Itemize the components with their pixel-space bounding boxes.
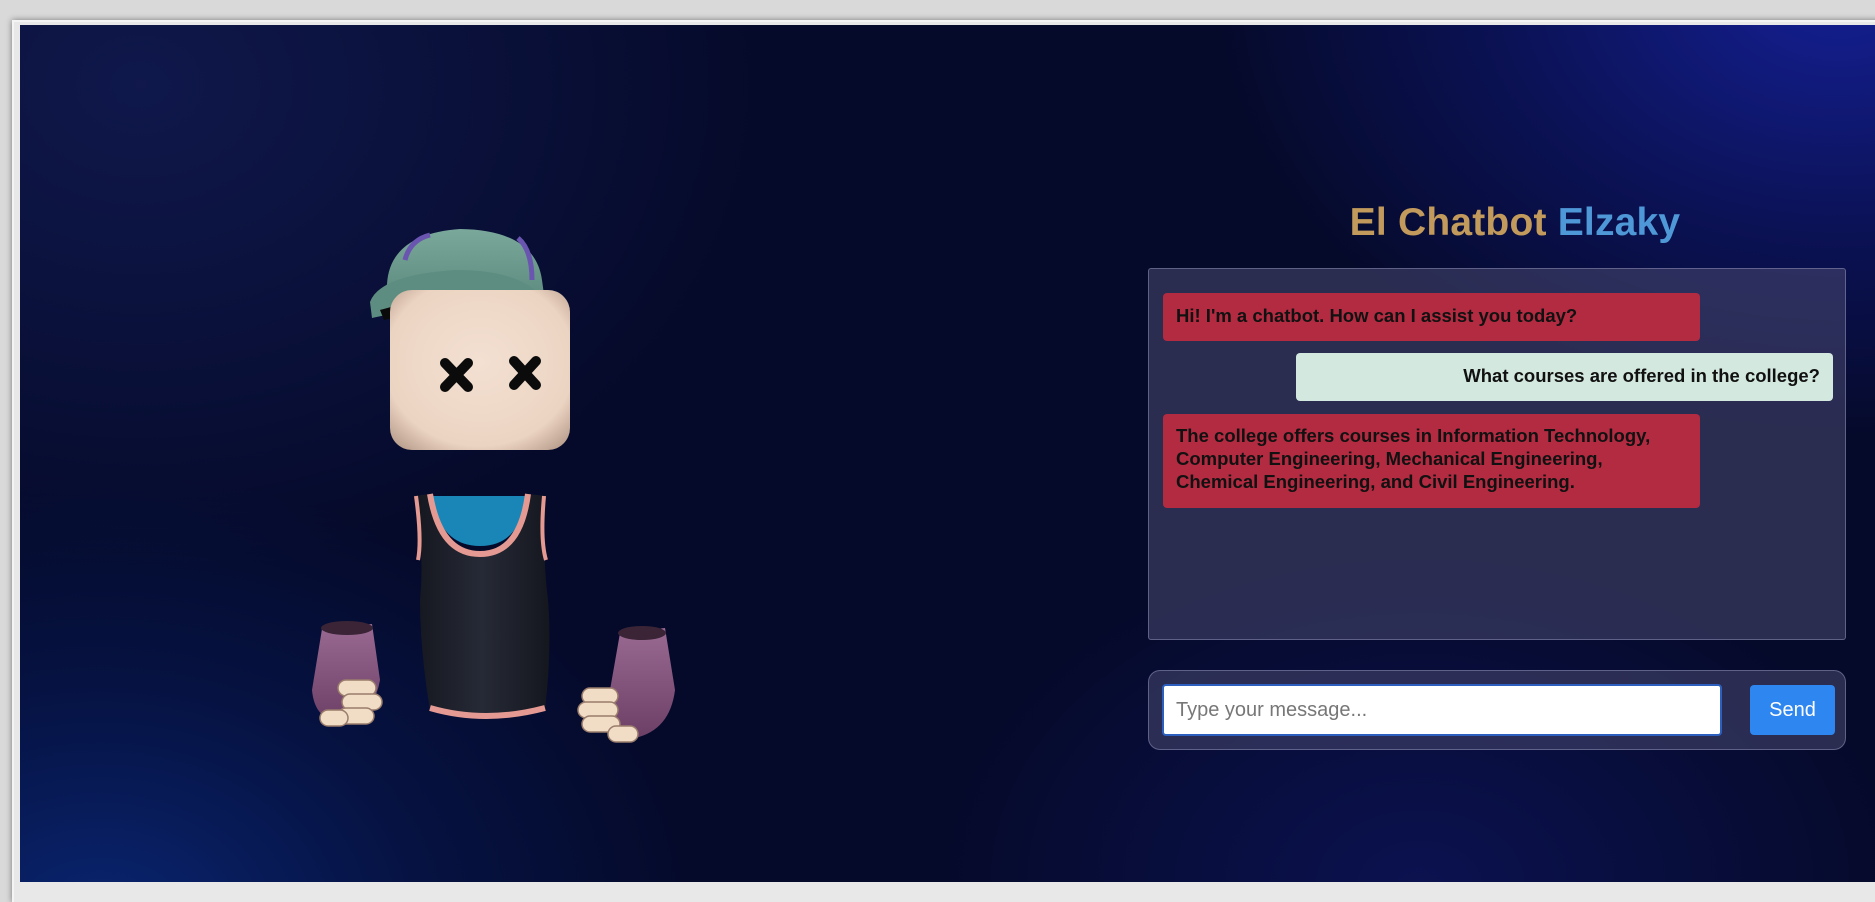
page-title: El Chatbot Elzaky (1145, 201, 1875, 245)
message-composer: Send (1148, 670, 1846, 750)
tank-top (414, 493, 550, 719)
right-hand (577, 626, 675, 743)
app-viewport: El Chatbot Elzaky Hi! I'm a chatbot. How… (20, 25, 1875, 882)
title-part-2: Elzaky (1557, 201, 1681, 244)
title-part-1: El Chatbot (1349, 201, 1547, 244)
avatar-character-icon (312, 229, 675, 743)
left-hand (312, 621, 383, 727)
bot-message: Hi! I'm a chatbot. How can I assist you … (1163, 293, 1700, 341)
chat-log[interactable]: Hi! I'm a chatbot. How can I assist you … (1148, 268, 1846, 640)
message-input[interactable] (1162, 684, 1722, 736)
head (390, 290, 570, 450)
user-message: What courses are offered in the college? (1296, 353, 1833, 401)
avatar (280, 210, 740, 830)
bot-message: The college offers courses in Informatio… (1163, 414, 1700, 508)
send-button[interactable]: Send (1750, 685, 1835, 735)
